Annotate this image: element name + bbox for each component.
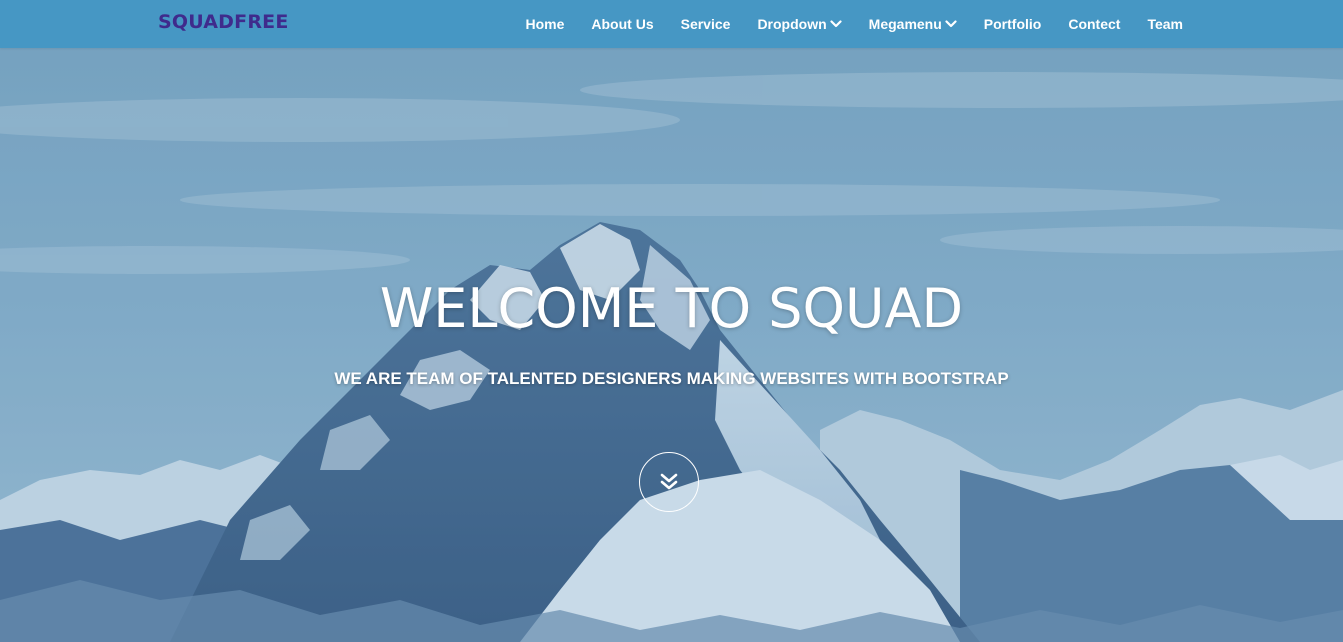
scroll-down-button[interactable] xyxy=(639,452,699,512)
brand-logo[interactable]: SQUADFREE xyxy=(158,11,289,33)
nav-item-label: Dropdown xyxy=(757,16,827,32)
nav-item-portfolio[interactable]: Portfolio xyxy=(984,16,1042,32)
nav-item-about-us[interactable]: About Us xyxy=(591,16,653,32)
nav-item-service[interactable]: Service xyxy=(681,16,731,32)
nav-item-contact[interactable]: Contect xyxy=(1068,16,1120,32)
nav-item-home[interactable]: Home xyxy=(525,16,564,32)
nav-item-label: Megamenu xyxy=(868,16,942,32)
nav-item-label: Team xyxy=(1147,16,1183,32)
double-chevron-down-icon xyxy=(660,473,678,490)
chevron-down-icon xyxy=(830,20,842,28)
nav-item-label: Service xyxy=(680,16,731,32)
page: SQUADFREE Home About Us Service Dropdown… xyxy=(0,0,1343,642)
nav-item-label: Portfolio xyxy=(983,16,1042,32)
nav-item-megamenu[interactable]: Megamenu xyxy=(869,16,957,32)
top-navbar: SQUADFREE Home About Us Service Dropdown… xyxy=(0,0,1343,48)
main-nav: Home About Us Service Dropdown Megamenu xyxy=(525,0,1183,48)
nav-item-label: Home xyxy=(525,16,565,32)
nav-item-team[interactable]: Team xyxy=(1147,16,1183,32)
nav-item-dropdown[interactable]: Dropdown xyxy=(757,16,842,32)
nav-item-label: About Us xyxy=(591,16,654,32)
hero-title: WELCOME TO SQUAD xyxy=(379,277,964,340)
chevron-down-icon xyxy=(945,20,957,28)
nav-item-label: Contect xyxy=(1068,16,1121,32)
hero-subtitle: WE ARE TEAM OF TALENTED DESIGNERS MAKING… xyxy=(334,369,1009,388)
